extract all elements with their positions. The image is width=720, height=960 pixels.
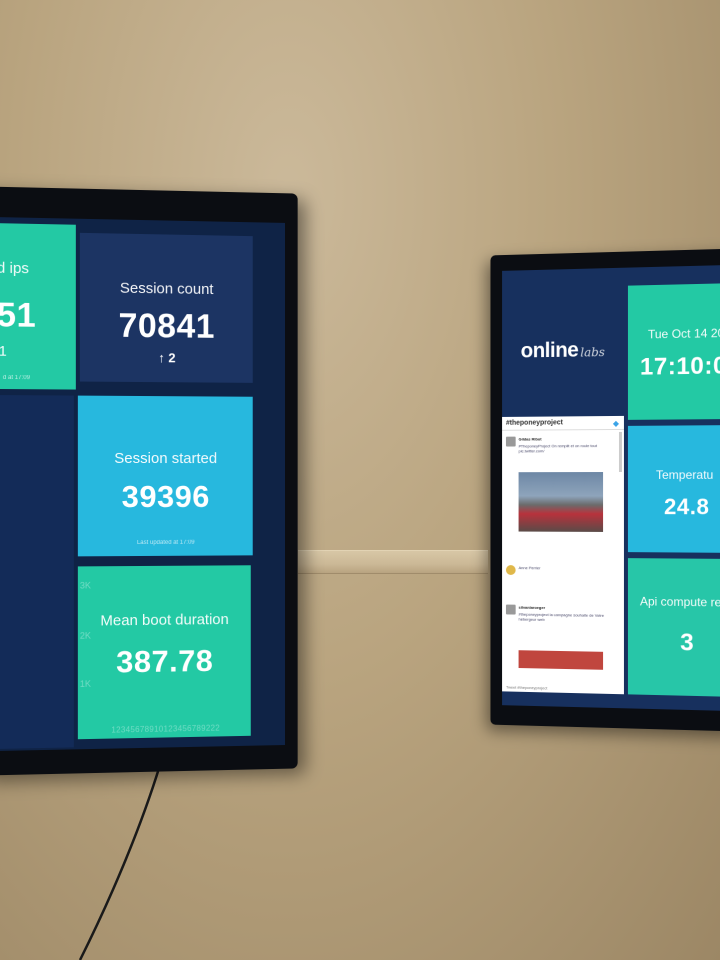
logo-secondary: labs [580, 345, 605, 359]
ips-updated: d at 17:09 [3, 375, 30, 381]
left-dashboard-screen: d ips 51 1 d at 17:09 Session count 7084… [0, 217, 285, 751]
boot-xticks: 12345678910123456789222 [80, 723, 251, 735]
boot-ytick: 2K [80, 631, 91, 641]
ips-widget: d ips 51 1 d at 17:09 [0, 223, 76, 389]
ips-delta-value: 1 [0, 342, 7, 358]
tweet-hashtag-link[interactable]: Tweet #theponeyproject [506, 685, 547, 691]
api-value: 3 [680, 629, 694, 657]
session-started-value: 39396 [78, 479, 253, 515]
ips-delta: 1 [0, 342, 7, 358]
tweet-author: silvanlaroeger [519, 605, 545, 610]
ips-title: d ips [0, 260, 29, 278]
tweet-item: silvanlaroeger #theponeyproject la campa… [506, 605, 618, 647]
mean-boot-title: Mean boot duration [78, 611, 251, 630]
tweet-text: #theponeyproject la campagne souhaite de… [519, 612, 618, 623]
right-tv: online labs Tue Oct 14 20 17:10:0 Tempera… [490, 248, 720, 731]
twitter-hashtag: #theponeyproject [502, 416, 624, 431]
mean-boot-widget: 3K 2K 1K Mean boot duration 387.78 12345… [78, 565, 251, 739]
tweet-text: Anne Perrier [519, 565, 618, 571]
tweet-author: Gildas Ribot [519, 436, 542, 441]
right-dashboard-screen: online labs Tue Oct 14 20 17:10:0 Tempera… [502, 265, 720, 712]
clock-time: 17:10:0 [640, 352, 720, 381]
arrow-up-icon: ↑ [158, 350, 164, 365]
api-compute-widget: Api compute re 3 [628, 558, 720, 697]
dark-empty-widget [0, 395, 74, 749]
tweet-item: Anne Perrier [506, 565, 618, 596]
avatar [506, 437, 516, 447]
avatar [506, 605, 516, 615]
session-started-widget: Session started 39396 Last updated at 17… [78, 396, 253, 557]
left-tv: d ips 51 1 d at 17:09 Session count 7084… [0, 186, 298, 775]
tweet-image [519, 650, 603, 670]
twitter-scrollbar[interactable] [619, 432, 622, 472]
tweet-item: Gildas Ribot #TheponeyProject On remplit… [506, 436, 618, 466]
clock-date: Tue Oct 14 20 [648, 326, 720, 342]
session-count-value: 70841 [80, 306, 253, 347]
session-started-updated: Last updated at 17:09 [78, 539, 253, 546]
boot-ytick: 3K [80, 580, 91, 590]
online-labs-logo: online labs [502, 338, 624, 364]
session-count-title: Session count [80, 279, 253, 299]
clock-widget: Tue Oct 14 20 17:10:0 [628, 283, 720, 420]
api-title: Api compute re [640, 594, 720, 609]
session-count-delta-value: 2 [168, 350, 175, 365]
mean-boot-value: 387.78 [78, 643, 251, 681]
twitter-feed-widget: #theponeyproject ◆ Gildas Ribot #Thepone… [502, 416, 624, 694]
temperature-widget: Temperatu 24.8 [628, 425, 720, 553]
twitter-bird-icon: ◆ [613, 419, 619, 428]
avatar [506, 565, 516, 575]
logo-primary: online [521, 339, 579, 363]
tweet-photo [519, 472, 603, 532]
temperature-title: Temperatu [656, 468, 713, 482]
tweet-text: #TheponeyProject On remplit et on roule … [519, 443, 618, 453]
ips-value: 51 [0, 296, 36, 336]
session-count-delta: ↑ 2 [80, 349, 253, 366]
session-count-widget: Session count 70841 ↑ 2 [80, 233, 253, 383]
session-started-title: Session started [78, 450, 253, 467]
temperature-value: 24.8 [664, 494, 709, 520]
